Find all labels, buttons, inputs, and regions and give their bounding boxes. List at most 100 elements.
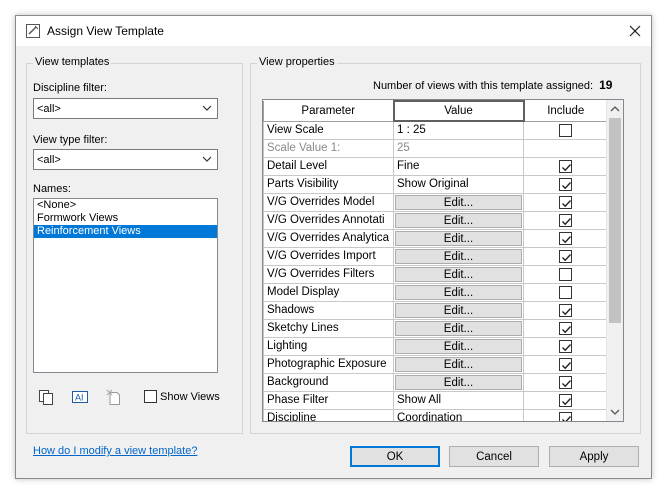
list-item[interactable]: <None> [34,199,217,212]
value-cell: Edit... [393,210,524,230]
value-text[interactable]: Coordination [395,412,523,421]
discipline-filter-label: Discipline filter: [33,82,107,94]
chevron-down-icon [202,105,212,111]
value-cell: Edit... [393,318,524,338]
value-cell: Edit... [393,192,524,212]
view-type-filter-label: View type filter: [33,134,108,146]
include-checkbox[interactable] [559,375,572,389]
delete-icon[interactable] [105,388,123,406]
help-link[interactable]: How do I modify a view template? [33,445,197,457]
edit-button[interactable]: Edit... [395,212,522,228]
parameter-cell: Photographic Exposure [263,354,394,374]
view-properties-group-label: View properties [257,56,337,68]
include-checkbox[interactable] [559,285,572,299]
checkmark-icon [562,163,572,171]
views-assigned-count: Number of views with this template assig… [373,78,612,92]
edit-button[interactable]: Edit... [395,230,522,246]
discipline-filter-select[interactable]: <all> [33,98,218,119]
value-text: 25 [397,142,410,154]
edit-button[interactable]: Edit... [395,374,522,390]
views-assigned-count-value: 19 [599,78,613,92]
checkmark-icon [562,199,572,207]
show-views-label: Show Views [160,390,220,403]
include-checkbox[interactable] [559,249,572,263]
duplicate-icon[interactable] [37,388,55,406]
parameter-cell: V/G Overrides Filters [263,264,394,284]
value-cell: Edit... [393,246,524,266]
include-checkbox[interactable] [559,339,572,353]
table-row: Scale Value 1: 25 [263,138,608,158]
parameter-cell: Scale Value 1: [263,138,394,158]
names-listbox[interactable]: <None> Formwork Views Reinforcement Views [33,198,218,373]
scroll-down-icon[interactable] [610,407,620,417]
table-row: Background Edit... [263,372,608,392]
include-checkbox[interactable] [559,393,572,407]
include-checkbox[interactable] [559,267,572,281]
table-row: Sketchy Lines Edit... [263,318,608,338]
ok-button[interactable]: OK [350,446,440,467]
include-checkbox[interactable] [559,159,572,173]
edit-button[interactable]: Edit... [395,284,522,300]
list-item[interactable]: Formwork Views [34,212,217,225]
value-cell: 25 [393,138,524,158]
value-text[interactable]: Show All [395,394,523,406]
checkmark-icon [562,217,572,225]
include-checkbox[interactable] [559,195,572,209]
parameter-cell: Detail Level [263,156,394,176]
include-cell [523,264,608,284]
include-cell [523,228,608,248]
value-text[interactable]: Fine [395,160,523,172]
value-text[interactable]: 1 : 25 [395,124,523,136]
show-views-checkbox[interactable] [144,390,157,403]
edit-button[interactable]: Edit... [395,248,522,264]
include-checkbox[interactable] [559,123,572,137]
include-cell [523,408,608,421]
show-views-option[interactable]: Show Views [144,390,220,403]
checkmark-icon [562,307,572,315]
table-row: Model Display Edit... [263,282,608,302]
include-checkbox[interactable] [559,177,572,191]
scrollbar-thumb[interactable] [609,118,621,323]
discipline-filter-value: <all> [37,103,61,115]
include-checkbox[interactable] [559,357,572,371]
edit-button[interactable]: Edit... [395,320,522,336]
include-checkbox[interactable] [559,231,572,245]
rename-icon[interactable]: AI [71,388,89,406]
checkmark-icon [562,379,572,387]
checkmark-icon [562,325,572,333]
view-templates-group-label: View templates [33,56,112,68]
app-icon [25,23,41,39]
include-cell [523,174,608,194]
edit-button[interactable]: Edit... [395,194,522,210]
table-row: V/G Overrides Filters Edit... [263,264,608,284]
value-cell: Show All [393,390,524,410]
list-item[interactable]: Reinforcement Views [34,225,217,238]
include-cell [523,336,608,356]
column-header-include: Include [523,101,608,122]
value-cell: Edit... [393,336,524,356]
view-type-filter-select[interactable]: <all> [33,149,218,170]
parameter-cell: Parts Visibility [263,174,394,194]
parameter-cell: Shadows [263,300,394,320]
cancel-button[interactable]: Cancel [449,446,539,467]
include-checkbox[interactable] [559,303,572,317]
edit-button[interactable]: Edit... [395,266,522,282]
apply-button[interactable]: Apply [549,446,639,467]
value-cell: Coordination [393,408,524,421]
include-checkbox[interactable] [559,321,572,335]
parameter-cell: Phase Filter [263,390,394,410]
close-button[interactable] [623,20,647,42]
scroll-up-icon[interactable] [610,104,620,114]
edit-button[interactable]: Edit... [395,356,522,372]
edit-button[interactable]: Edit... [395,338,522,354]
value-cell: Edit... [393,372,524,392]
properties-scrollbar[interactable] [606,100,623,421]
edit-button[interactable]: Edit... [395,302,522,318]
value-text[interactable]: Show Original [395,178,523,190]
parameter-cell: Model Display [263,282,394,302]
include-checkbox[interactable] [559,411,572,421]
include-checkbox[interactable] [559,213,572,227]
table-row: View Scale 1 : 25 [263,120,608,140]
column-header-value: Value [392,100,525,122]
value-cell: 1 : 25 [393,120,524,140]
